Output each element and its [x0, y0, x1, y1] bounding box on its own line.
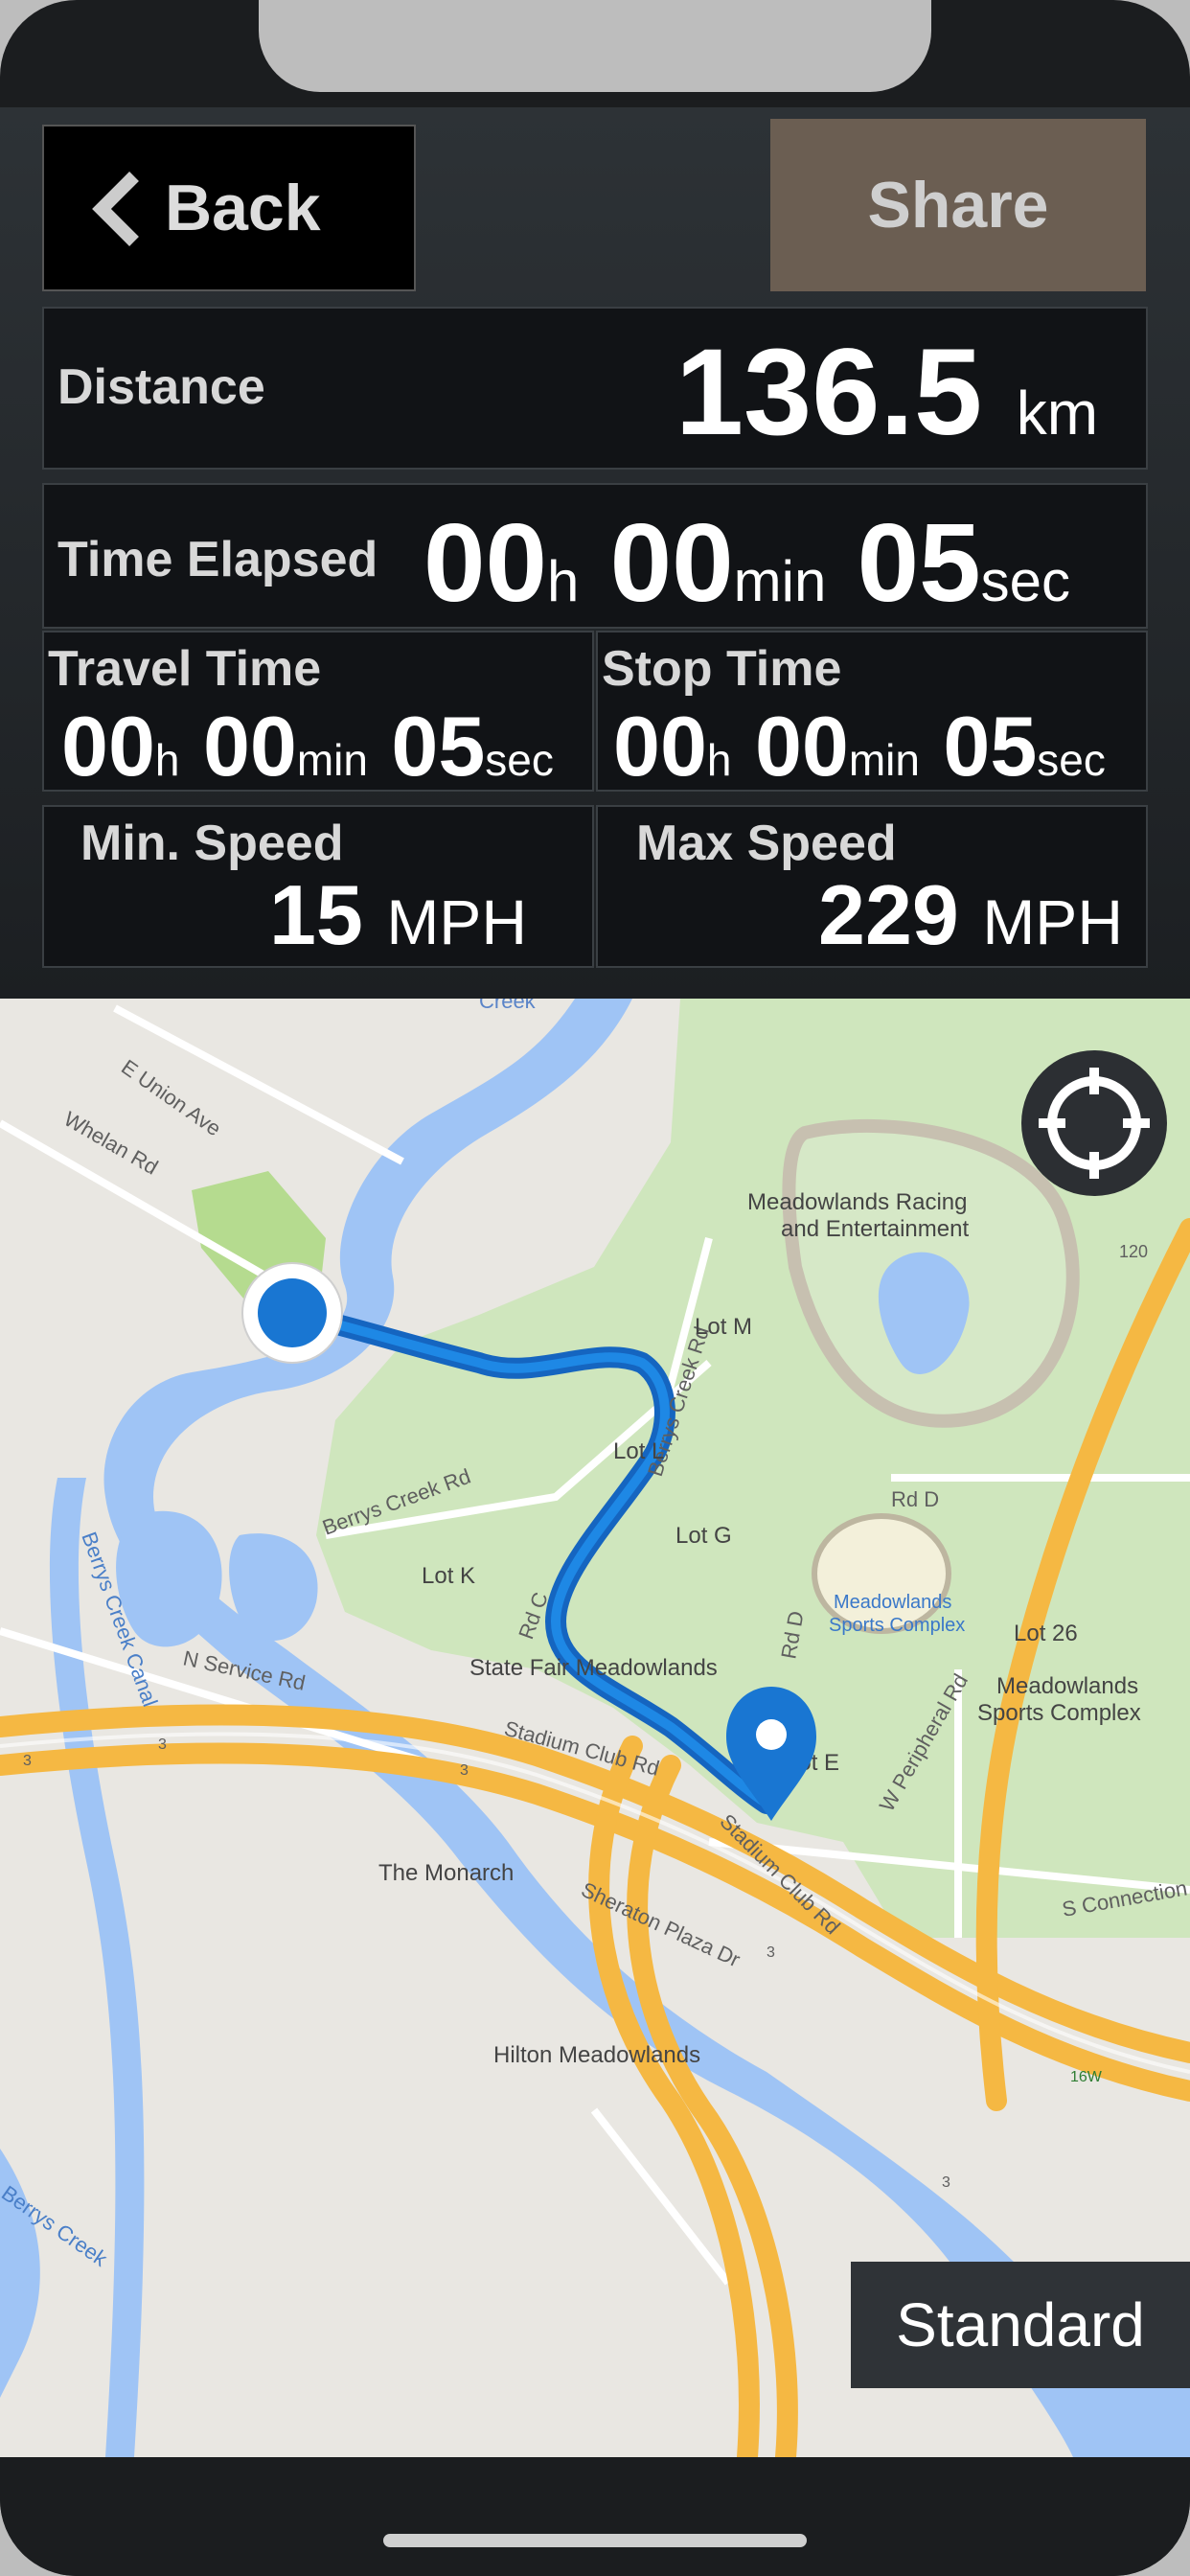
map-label-rd-d: Rd D	[891, 1487, 939, 1511]
map-label-meadowlands-racing: Meadowlands Racing	[747, 1189, 967, 1215]
travel-time-panel: Travel Time 00h 00min 05sec	[42, 631, 594, 794]
max-speed-label: Max Speed	[636, 816, 897, 871]
chevron-left-icon	[92, 172, 139, 246]
map-label-route-3-e: 3	[942, 2174, 950, 2191]
back-button[interactable]: Back	[42, 125, 416, 291]
stop-time-label: Stop Time	[602, 641, 842, 697]
map-label-route-120: 120	[1119, 1242, 1148, 1261]
min-speed-panel: Min. Speed 15 MPH	[42, 805, 594, 968]
map-label-meadowlands-sports-1: Meadowlands	[996, 1673, 1138, 1699]
distance-value: 136.5 km	[675, 324, 1098, 461]
map-label-state-fair: State Fair Meadowlands	[469, 1655, 718, 1681]
share-button[interactable]: Share	[770, 119, 1146, 291]
distance-label: Distance	[57, 359, 265, 415]
home-indicator[interactable]	[383, 2534, 807, 2547]
travel-time-value: 00h 00min 05sec	[61, 699, 554, 794]
start-location-marker	[241, 1262, 343, 1364]
stop-time-value: 00h 00min 05sec	[613, 699, 1106, 794]
map-label-route-3-a: 3	[23, 1753, 32, 1769]
travel-time-label: Travel Time	[48, 641, 322, 697]
map-label-meadowlands-sports-2: Sports Complex	[977, 1700, 1141, 1726]
map-label-lot-k: Lot K	[422, 1563, 475, 1589]
map-label-hilton-meadowlands: Hilton Meadowlands	[493, 2042, 700, 2068]
map-type-button[interactable]: Standard	[851, 2262, 1190, 2388]
share-label: Share	[867, 169, 1049, 242]
map-view[interactable]: E Union Ave Whelan Rd Creek Meadowlands …	[0, 999, 1190, 2457]
map-label-route-3-d: 3	[767, 1944, 775, 1961]
locate-button[interactable]	[1021, 1050, 1167, 1196]
stop-time-panel: Stop Time 00h 00min 05sec	[596, 631, 1148, 794]
map-canvas[interactable]: E Union Ave Whelan Rd Creek Meadowlands …	[0, 999, 1190, 2457]
bottom-bar	[0, 2457, 1190, 2576]
map-label-meadowlands-sports-small-2: Sports Complex	[829, 1615, 965, 1636]
map-label-lot-l: Lot L	[613, 1438, 664, 1464]
map-label-lot-m: Lot M	[695, 1314, 752, 1340]
notch	[259, 0, 931, 92]
min-speed-label: Min. Speed	[80, 816, 344, 871]
max-speed-panel: Max Speed 229 MPH	[596, 805, 1148, 968]
crosshair-icon	[1039, 1068, 1150, 1179]
map-label-and-entertainment: and Entertainment	[781, 1216, 969, 1242]
map-label-route-3-b: 3	[158, 1736, 167, 1753]
map-type-label: Standard	[896, 2290, 1145, 2359]
map-label-meadowlands-sports-small-1: Meadowlands	[834, 1592, 951, 1613]
map-label-the-monarch: The Monarch	[378, 1860, 514, 1886]
distance-panel: Distance 136.5 km	[42, 307, 1148, 470]
map-label-creek-top: Creek	[479, 999, 537, 1013]
time-elapsed-panel: Time Elapsed 00h 00min 05sec	[42, 483, 1148, 629]
map-label-route-3-c: 3	[460, 1762, 469, 1779]
phone-frame: Back Share Distance 136.5 km Time Elapse…	[0, 0, 1190, 2576]
map-label-lot-26: Lot 26	[1014, 1621, 1078, 1646]
time-elapsed-value: 00h 00min 05sec	[423, 500, 1070, 625]
max-speed-value: 229 MPH	[818, 867, 1123, 962]
time-elapsed-label: Time Elapsed	[57, 532, 378, 587]
map-label-route-16w: 16W	[1070, 2069, 1103, 2085]
min-speed-value: 15 MPH	[268, 867, 527, 962]
map-label-lot-g: Lot G	[675, 1523, 732, 1549]
back-label: Back	[165, 172, 321, 244]
